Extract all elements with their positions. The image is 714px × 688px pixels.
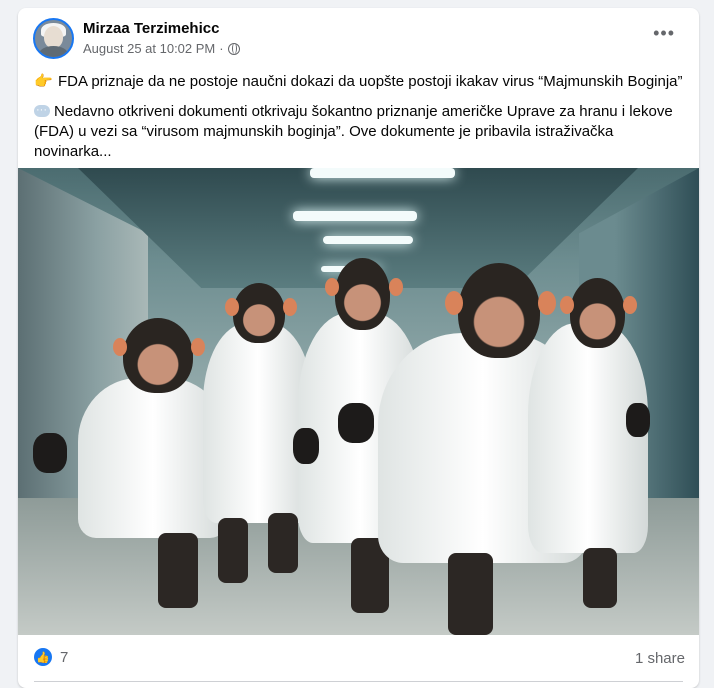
like-reaction-icon: 👍 <box>34 648 52 666</box>
monkey-ear <box>623 296 637 314</box>
author-avatar[interactable] <box>33 18 74 59</box>
post-paragraph-2: Nedavno otkriveni dokumenti otkrivaju šo… <box>34 100 684 162</box>
reactions-summary[interactable]: 👍 7 <box>34 648 68 666</box>
monkey-hand <box>626 403 650 437</box>
monkey-head <box>123 318 193 393</box>
like-count[interactable]: 7 <box>60 649 68 666</box>
monkey-hand <box>338 403 374 443</box>
ceiling-light <box>293 211 417 221</box>
monkey-leg <box>583 548 617 608</box>
monkey-leg <box>218 518 248 583</box>
monkey-ear <box>445 291 463 315</box>
monkey-ear <box>113 338 127 356</box>
monkey-leg <box>158 533 198 608</box>
monkey-ear <box>560 296 574 314</box>
author-name[interactable]: Mirzaa Terzimehicc <box>83 20 219 37</box>
avatar-body <box>39 46 68 57</box>
monkey-figure <box>528 278 653 613</box>
ceiling-light <box>310 168 455 178</box>
lab-coat <box>528 323 648 553</box>
post-image[interactable] <box>18 168 699 635</box>
monkey-hand <box>293 428 319 464</box>
footer-divider <box>34 681 683 682</box>
pointing-hand-icon: 👉 <box>34 73 53 90</box>
meta-separator: · <box>219 41 224 56</box>
post-timestamp[interactable]: August 25 at 10:02 PM <box>83 41 215 56</box>
monkey-leg <box>448 553 493 635</box>
speech-bubble-icon <box>34 100 50 120</box>
post-header: Mirzaa Terzimehicc August 25 at 10:02 PM… <box>18 8 699 68</box>
globe-icon <box>227 42 240 55</box>
avatar-face <box>44 26 63 48</box>
monkey-head <box>233 283 285 343</box>
post-paragraph-2-text: Nedavno otkriveni dokumenti otkrivaju šo… <box>34 103 673 160</box>
monkey-ear <box>225 298 239 316</box>
post-line-1: 👉 FDA priznaje da ne postoje naučni doka… <box>34 72 684 92</box>
more-options-icon[interactable]: ••• <box>653 24 675 42</box>
monkey-head <box>570 278 625 348</box>
ceiling-light <box>323 236 413 244</box>
post-card: Mirzaa Terzimehicc August 25 at 10:02 PM… <box>18 8 699 688</box>
monkey-hand <box>33 433 67 473</box>
post-body: 👉 FDA priznaje da ne postoje naučni doka… <box>34 72 684 162</box>
post-line-1-text: FDA priznaje da ne postoje naučni dokazi… <box>58 73 683 90</box>
share-count[interactable]: 1 share <box>635 650 685 667</box>
post-meta: August 25 at 10:02 PM · <box>83 41 240 56</box>
